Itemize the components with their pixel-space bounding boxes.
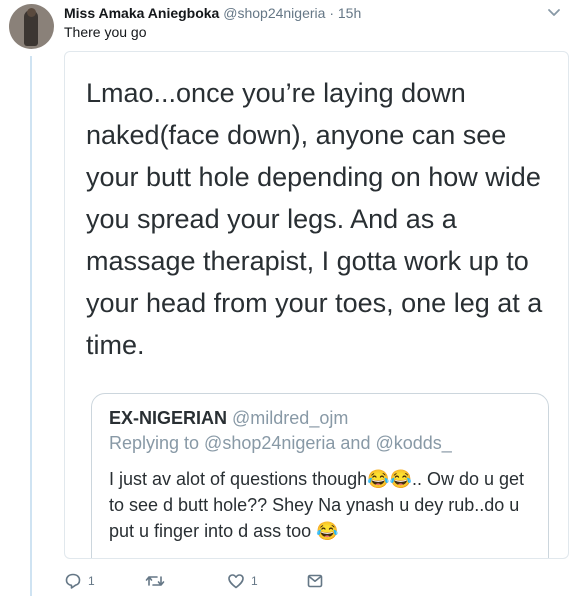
quoted-tweet-text: I just av alot of questions though😂😂.. O…	[109, 466, 539, 544]
separator-dot: ·	[329, 5, 334, 21]
avatar[interactable]	[9, 4, 54, 49]
chevron-down-icon[interactable]	[546, 6, 562, 20]
author-handle[interactable]: @shop24nigeria	[223, 5, 325, 21]
tears-of-joy-emoji: 😂	[316, 521, 339, 541]
tweet-time[interactable]: 15h	[338, 5, 361, 21]
avatar-head	[27, 8, 36, 17]
thread-line	[30, 56, 32, 596]
quoted-tweet-header: EX-NIGERIAN @mildred_ojm	[109, 407, 348, 429]
reply-button[interactable]: 1	[64, 570, 95, 592]
tweet-media-card[interactable]: Lmao...once you’re laying down naked(fac…	[64, 51, 569, 559]
quoted-author-handle: @mildred_ojm	[232, 408, 349, 428]
quoted-author-name: EX-NIGERIAN	[109, 408, 228, 428]
tweet-header: Miss Amaka Aniegboka @shop24nigeria · 15…	[64, 4, 361, 22]
tweet-actions: 1 1	[64, 570, 364, 592]
quoted-tweet: EX-NIGERIAN @mildred_ojm Replying to @sh…	[91, 393, 549, 558]
like-icon	[227, 572, 245, 590]
retweet-icon	[145, 572, 165, 590]
reply-count: 1	[88, 574, 95, 588]
like-count: 1	[251, 574, 258, 588]
tweet-text: There you go	[64, 24, 147, 40]
message-icon	[306, 572, 324, 590]
retweet-button[interactable]	[145, 570, 171, 592]
message-button[interactable]	[306, 570, 324, 592]
tears-of-joy-emoji: 😂😂	[367, 469, 412, 489]
screenshot-text: Lmao...once you’re laying down naked(fac…	[86, 78, 543, 360]
author-name[interactable]: Miss Amaka Aniegboka	[64, 5, 219, 21]
quoted-text-part1: I just av alot of questions though	[109, 469, 368, 489]
like-button[interactable]: 1	[227, 570, 258, 592]
quoted-replying-to: Replying to @shop24nigeria and @kodds_	[109, 433, 452, 453]
reply-icon	[64, 572, 82, 590]
